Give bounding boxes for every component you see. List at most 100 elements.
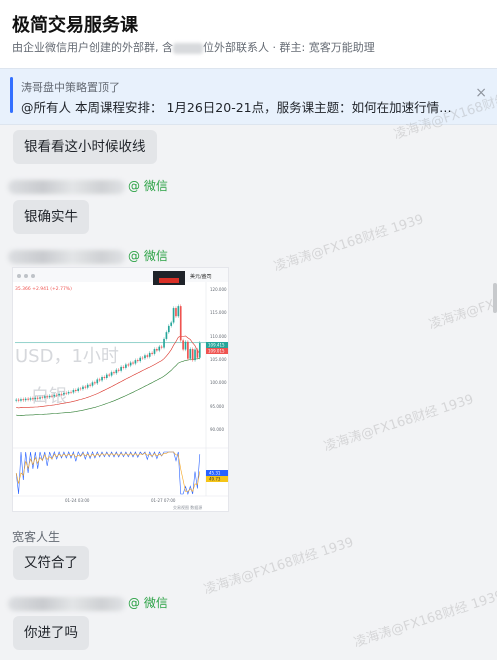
candle — [96, 379, 99, 384]
message-bubble[interactable]: 又符合了 — [13, 546, 89, 580]
watermark: 凌海涛@FX168财经 1939 — [202, 535, 356, 598]
blurred-sender-name — [8, 179, 125, 194]
message-bubble[interactable]: 银确实牛 — [13, 200, 89, 234]
scrollbar-handle[interactable] — [493, 283, 497, 313]
candle — [98, 379, 101, 381]
message-sender: 宽客人生 — [12, 530, 61, 544]
candle — [103, 377, 106, 378]
last-price-sub: 109.015 — [208, 349, 225, 354]
candle — [65, 392, 68, 394]
candle — [189, 349, 192, 359]
candle — [194, 349, 196, 361]
candle — [20, 399, 22, 401]
candle — [77, 388, 80, 392]
candle — [29, 398, 32, 400]
candle — [67, 391, 70, 394]
candle — [146, 355, 149, 357]
y-tick: 90.000 — [210, 427, 224, 432]
candle — [148, 352, 151, 357]
x-tick: 01-24 03:00 — [65, 498, 90, 503]
candle — [122, 366, 125, 368]
x-tick: 01-27 07:00 — [151, 498, 176, 503]
candle — [32, 398, 34, 400]
candle — [89, 384, 91, 386]
chart-footer: 交易视图 数据源 — [173, 504, 202, 510]
candle — [86, 384, 89, 388]
candle — [175, 308, 177, 317]
toolbar-dot-icon — [31, 274, 35, 278]
candle — [172, 308, 175, 323]
candle — [36, 397, 39, 399]
price-chart: 美元/盎司 35.366 +2.941 (+2.77%) USD，1小时 白银 … — [13, 268, 228, 511]
candle — [141, 357, 144, 359]
candle — [117, 369, 120, 371]
blurred-sender-name — [8, 596, 125, 611]
y-tick: 95.000 — [210, 404, 224, 409]
chart-image-message[interactable]: 美元/盎司 35.366 +2.941 (+2.77%) USD，1小时 白银 … — [12, 267, 229, 512]
candle — [15, 399, 18, 401]
candle — [108, 374, 111, 376]
close-icon[interactable]: × — [475, 85, 487, 101]
candle — [139, 357, 142, 362]
candle — [110, 372, 113, 376]
last-price: 109.415 — [208, 343, 225, 348]
osc-label: 49.73 — [209, 477, 221, 482]
price-change: 35.366 +2.941 (+2.77%) — [15, 286, 72, 292]
candle — [198, 342, 201, 358]
candle — [43, 396, 46, 398]
chat-header: 极简交易服务课 由企业微信用户创建的外部群, 含 位外部联系人 · 群主: 宽客万… — [0, 0, 497, 68]
candle — [196, 349, 199, 358]
pinned-accent-bar — [10, 77, 13, 113]
candle — [125, 364, 127, 368]
candle — [91, 382, 94, 386]
message-sender: @ 微信 — [8, 178, 168, 194]
candle — [60, 393, 63, 395]
candle — [113, 372, 115, 374]
y-tick: 105.000 — [210, 357, 227, 362]
candle — [167, 325, 170, 333]
candle — [101, 377, 103, 381]
blurred-count — [173, 42, 203, 54]
candle — [84, 386, 87, 388]
candle — [51, 395, 53, 397]
watermark: 凌海涛@FX168财经 1939 — [352, 588, 497, 651]
candle — [136, 360, 139, 362]
pinned-content: @所有人 本周课程安排： 1月26日20-21点，服务课主题：如何在加速行情中收… — [21, 100, 461, 115]
candle — [144, 355, 146, 359]
candle — [34, 397, 37, 400]
y-tick: 120.000 — [210, 287, 227, 292]
candle — [74, 390, 77, 392]
candle — [134, 360, 137, 364]
group-title: 极简交易服务课 — [12, 15, 138, 36]
candle — [24, 398, 27, 401]
candle — [58, 393, 60, 396]
wechat-tag: @ 微信 — [128, 596, 168, 610]
candle — [120, 366, 122, 371]
candle — [191, 349, 194, 361]
blurred-sender-name — [8, 249, 125, 264]
watermark: 凌海涛@FX168财经 1939 — [427, 270, 497, 333]
candle — [94, 382, 96, 384]
message-sender: @ 微信 — [8, 595, 168, 611]
candle — [177, 306, 180, 317]
pinned-title: 涛哥盘中策略置顶了 — [21, 81, 120, 94]
message-bubble[interactable]: 你进了吗 — [13, 616, 89, 650]
watermark: 凌海涛@FX168财经 1939 — [322, 392, 476, 455]
candle — [41, 397, 44, 398]
symbol-ghost: USD，1小时 — [15, 346, 119, 367]
candle — [22, 399, 25, 401]
candle — [187, 341, 189, 359]
candle — [55, 394, 58, 396]
candle — [182, 340, 184, 350]
candle — [179, 306, 182, 341]
candle — [151, 352, 153, 354]
candle — [82, 386, 84, 390]
pinned-message[interactable]: 涛哥盘中策略置顶了 @所有人 本周课程安排： 1月26日20-21点，服务课主题… — [0, 68, 497, 125]
candle — [184, 341, 187, 350]
watermark: 凌海涛@FX168财经 1939 — [272, 212, 426, 275]
y-tick: 110.000 — [210, 334, 227, 339]
candle — [46, 396, 49, 398]
candle — [115, 369, 118, 374]
candle — [105, 374, 108, 378]
message-bubble[interactable]: 银看看这小时候收线 — [13, 130, 157, 164]
